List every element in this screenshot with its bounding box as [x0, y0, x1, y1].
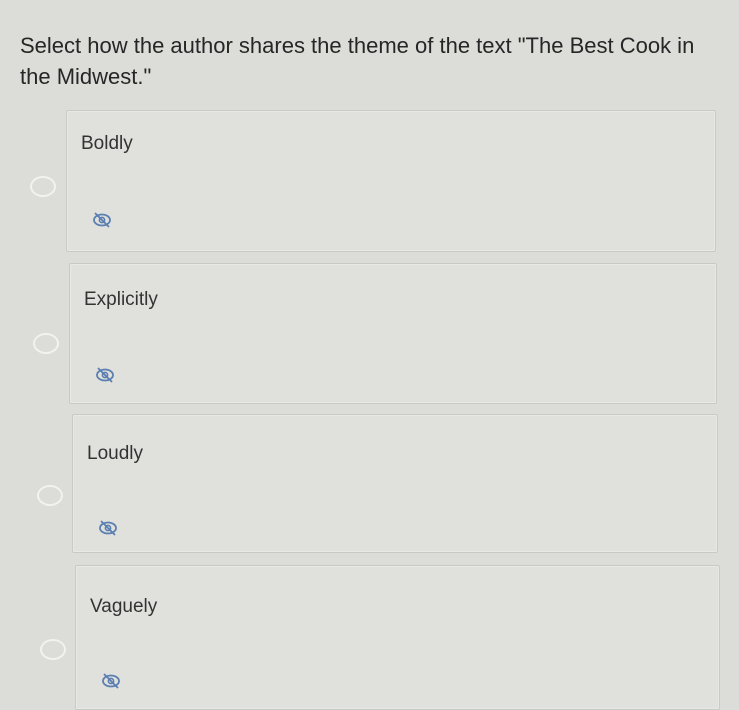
option-card-vaguely[interactable]: Vaguely [75, 565, 720, 710]
option-radio-vaguely[interactable] [40, 639, 66, 660]
eye-slash-icon[interactable] [100, 672, 122, 690]
eye-slash-icon[interactable] [91, 211, 113, 229]
option-card-boldly[interactable]: Boldly [66, 110, 716, 252]
eye-slash-icon[interactable] [97, 519, 119, 537]
option-label: Loudly [87, 443, 143, 464]
question-prompt: Select how the author shares the theme o… [20, 33, 695, 89]
option-label: Explicitly [84, 289, 158, 310]
option-label: Boldly [81, 133, 133, 154]
option-card-explicitly[interactable]: Explicitly [69, 263, 717, 404]
option-card-loudly[interactable]: Loudly [72, 414, 718, 553]
option-label: Vaguely [90, 596, 158, 617]
option-radio-explicitly[interactable] [33, 333, 59, 354]
option-radio-boldly[interactable] [30, 176, 56, 197]
option-radio-loudly[interactable] [37, 485, 63, 506]
eye-slash-icon[interactable] [94, 366, 116, 384]
